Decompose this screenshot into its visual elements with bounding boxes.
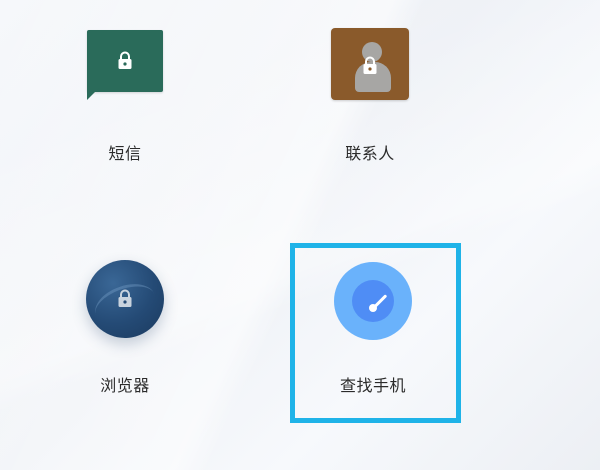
app-label: 浏览器 [100, 376, 150, 395]
app-tile-browser[interactable]: 浏览器 [55, 250, 195, 400]
radar-icon [334, 262, 412, 340]
app-label: 短信 [108, 144, 142, 163]
app-tile-contacts[interactable]: 联系人 [300, 20, 440, 170]
browser-icon [86, 260, 164, 338]
lock-icon [361, 56, 379, 76]
app-tile-find-phone[interactable]: 查找手机 [303, 252, 443, 402]
app-tile-sms[interactable]: 短信 [55, 20, 195, 170]
app-label: 查找手机 [339, 376, 406, 395]
contacts-icon [331, 28, 409, 100]
lock-icon [116, 289, 134, 309]
lock-icon [116, 51, 134, 71]
sms-bubble-icon [85, 28, 165, 108]
app-label: 联系人 [345, 144, 395, 163]
